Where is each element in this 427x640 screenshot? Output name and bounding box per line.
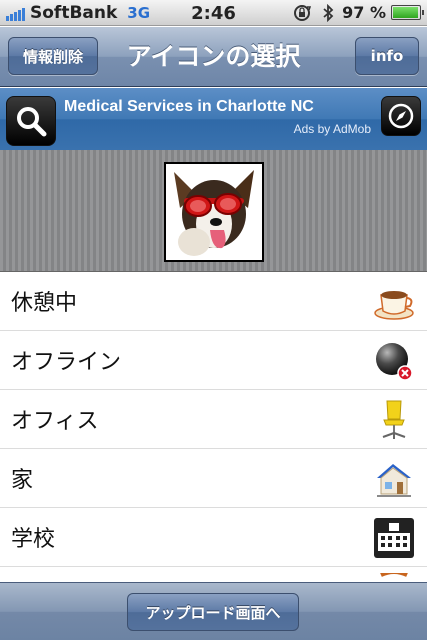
list-item-offline[interactable]: オフライン [0, 331, 427, 390]
ad-credit: Ads by AdMob [293, 122, 371, 136]
list-item-office[interactable]: オフィス [0, 390, 427, 449]
battery-icon [391, 5, 424, 20]
avatar[interactable] [164, 162, 264, 262]
list-item-label: 家 [11, 468, 34, 493]
navigation-bar: 情報削除 アイコンの選択 info [0, 27, 427, 87]
ad-title: Medical Services in Charlotte NC [64, 98, 314, 115]
bottom-toolbar: アップロード画面へ [0, 582, 427, 640]
search-icon [6, 96, 56, 146]
avatar-area [0, 150, 427, 272]
info-button[interactable]: info [355, 37, 419, 75]
list-item-label: 学校 [11, 527, 56, 552]
status-bar: SoftBank 3G 2:46 97 % [0, 0, 427, 26]
list-item-label: オフィス [11, 409, 99, 434]
compass-icon [381, 96, 421, 136]
ad-banner[interactable]: Medical Services in Charlotte NC Ads by … [0, 88, 427, 150]
list-item-label: オフライン [11, 350, 122, 375]
partial-icon [380, 573, 408, 577]
office-chair-icon [382, 400, 406, 439]
house-icon [377, 464, 411, 497]
battery-percent: 97 % [342, 3, 386, 22]
icon-list: 休憩中 オフライン オフィス 家 学校 [0, 272, 427, 582]
list-item-school[interactable]: 学校 [0, 508, 427, 567]
list-item-partial[interactable] [0, 567, 427, 582]
coffee-cup-icon [374, 291, 414, 320]
list-item-home[interactable]: 家 [0, 449, 427, 508]
go-to-upload-button[interactable]: アップロード画面へ [127, 593, 299, 631]
rotation-lock-icon [294, 4, 312, 21]
list-item-break[interactable]: 休憩中 [0, 272, 427, 331]
list-item-label: 休憩中 [11, 291, 78, 316]
bluetooth-icon [323, 3, 334, 22]
school-icon [374, 518, 414, 558]
offline-globe-icon [376, 343, 413, 381]
